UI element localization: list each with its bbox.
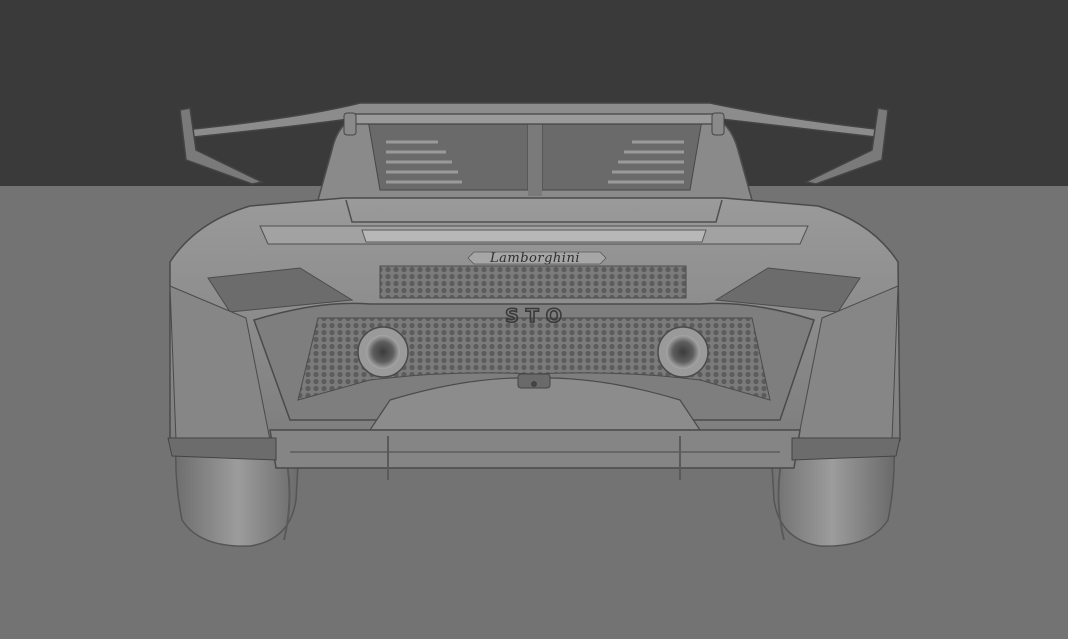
car-render: Lamborghini STO — [0, 0, 1068, 639]
model-badge-text: STO — [505, 305, 569, 327]
model-badge: STO — [504, 304, 569, 328]
exhaust-right — [657, 326, 709, 378]
rear-body — [167, 197, 901, 480]
3d-viewport[interactable]: Lamborghini STO — [0, 0, 1068, 639]
exhaust-left — [357, 326, 409, 378]
brand-badge: Lamborghini — [467, 251, 607, 266]
brand-badge-text: Lamborghini — [489, 251, 580, 266]
